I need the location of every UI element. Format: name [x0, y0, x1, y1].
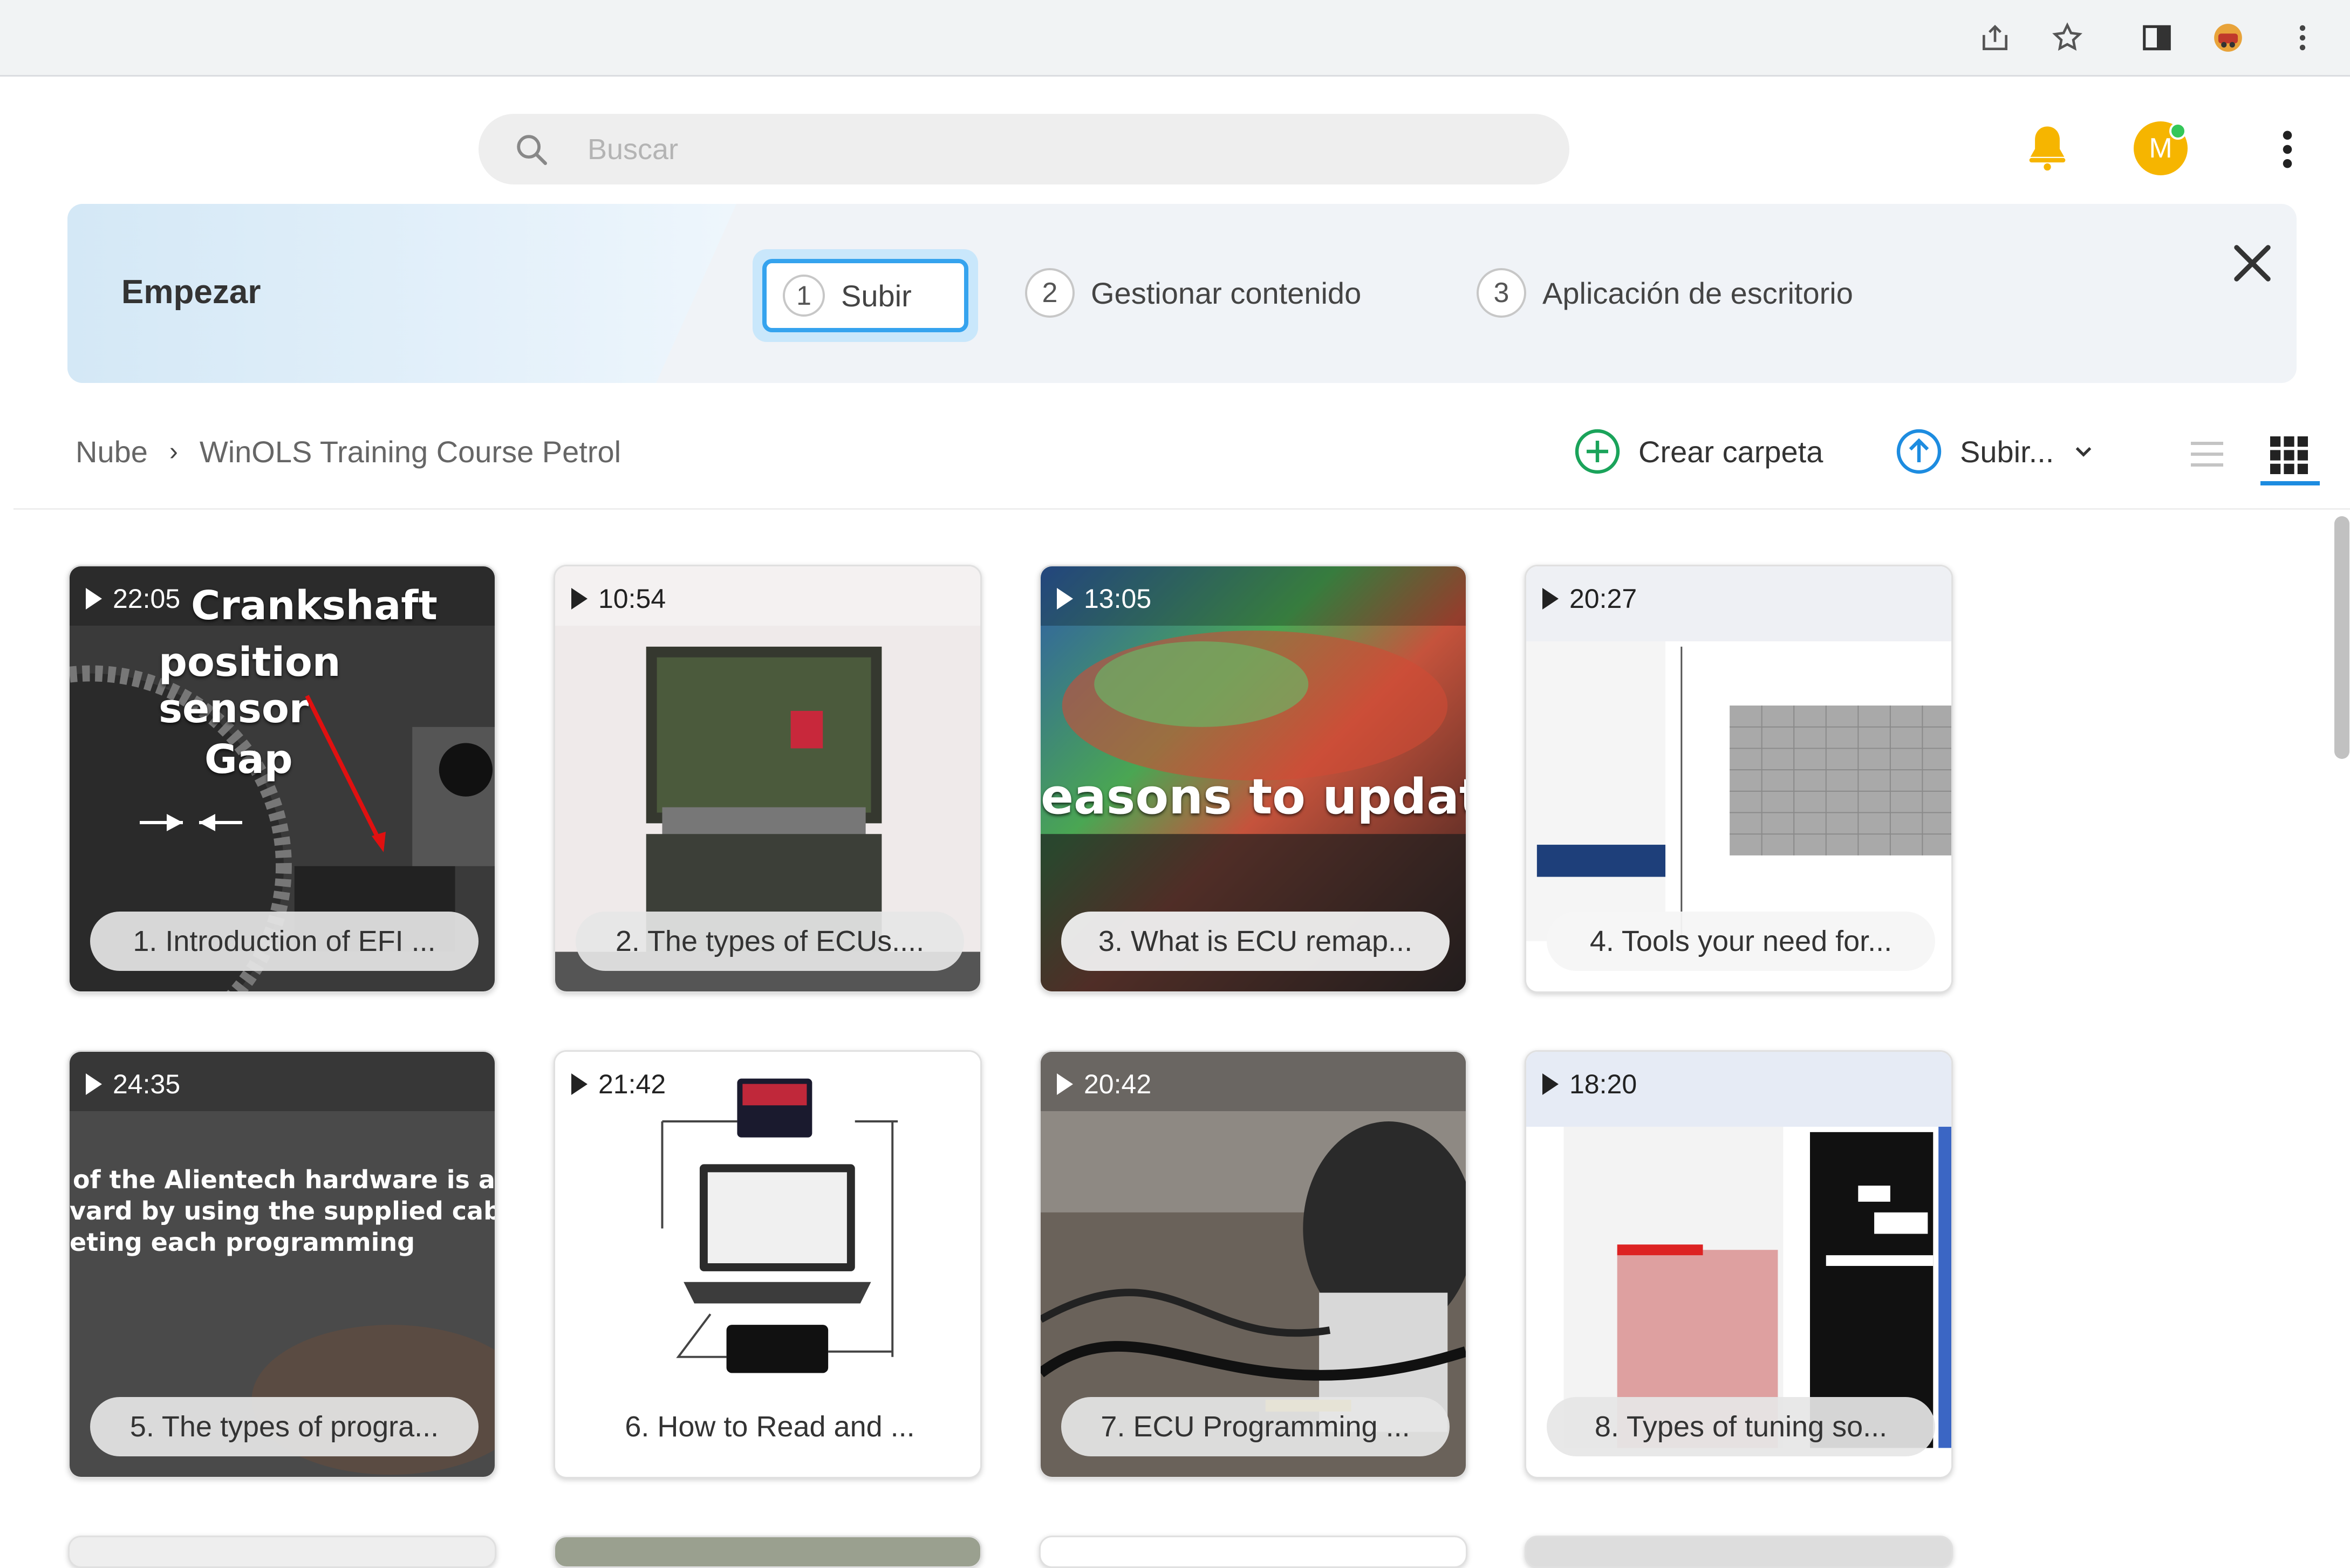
video-duration: 24:35 — [86, 1063, 180, 1106]
video-card[interactable] — [1039, 1536, 1467, 1568]
online-status-dot — [2169, 122, 2187, 140]
grid-view-icon[interactable] — [2266, 433, 2312, 478]
video-card[interactable]: 21:42 6. How to Read and ... — [554, 1050, 982, 1478]
scrollbar-thumb[interactable] — [2334, 516, 2349, 759]
close-banner-icon[interactable] — [2225, 236, 2279, 290]
step-number: 2 — [1025, 268, 1075, 318]
step-manage-content[interactable]: 2 Gestionar contenido — [1025, 258, 1361, 328]
avatar-initial: M — [2149, 133, 2173, 164]
video-card[interactable] — [1525, 1536, 1953, 1568]
video-title: 4. Tools your need for... — [1547, 912, 1935, 971]
breadcrumb: Nube › WinOLS Training Course Petrol — [76, 424, 621, 478]
step-label: Aplicación de escritorio — [1542, 276, 1853, 310]
user-avatar[interactable]: M — [2134, 121, 2188, 175]
more-options-icon[interactable] — [2263, 122, 2312, 176]
banner-title: Empezar — [121, 273, 261, 311]
video-duration: 22:05 — [86, 577, 180, 620]
step-number: 3 — [1477, 268, 1526, 318]
video-duration: 18:20 — [1542, 1063, 1637, 1106]
play-icon — [571, 1073, 588, 1095]
browser-menu-icon[interactable] — [2281, 16, 2324, 59]
extension-avatar-icon[interactable] — [2206, 16, 2250, 59]
video-title: 2. The types of ECUs.... — [576, 912, 964, 971]
step-number: 1 — [783, 275, 825, 317]
upload-label: Subir... — [1960, 434, 2054, 469]
video-card[interactable] — [68, 1536, 496, 1568]
search-input[interactable] — [586, 126, 1538, 173]
video-card[interactable]: 20:27 4. Tools your need for... — [1525, 565, 1953, 993]
video-title: 7. ECU Programming ... — [1061, 1397, 1450, 1456]
video-card[interactable]: 24:35 of the Alientech hardware is a var… — [68, 1050, 496, 1478]
play-icon — [571, 588, 588, 610]
chevron-down-icon[interactable] — [2070, 438, 2097, 465]
play-icon — [1542, 588, 1559, 610]
video-title: 3. What is ECU remap... — [1061, 912, 1450, 971]
play-icon — [1057, 1073, 1073, 1095]
browser-toolbar — [0, 0, 2350, 77]
breadcrumb-current: WinOLS Training Course Petrol — [199, 434, 621, 469]
video-title: 6. How to Read and ... — [576, 1397, 964, 1456]
step-upload[interactable]: 1 Subir — [753, 249, 978, 342]
thumbnail-text: of the Alientech hardware is a — [73, 1165, 495, 1194]
breadcrumb-root[interactable]: Nube — [76, 434, 148, 469]
video-title: 1. Introduction of EFI ... — [90, 912, 479, 971]
share-icon[interactable] — [1973, 16, 2017, 59]
star-icon[interactable] — [2046, 16, 2089, 59]
play-icon — [86, 1073, 102, 1095]
step-desktop-app[interactable]: 3 Aplicación de escritorio — [1477, 258, 1853, 328]
list-view-icon[interactable] — [2185, 433, 2229, 476]
video-card[interactable]: 18:20 8. Types of tuning so... — [1525, 1050, 1953, 1478]
play-icon — [1542, 1073, 1559, 1095]
video-duration: 13:05 — [1057, 577, 1151, 620]
create-folder-button[interactable]: Crear carpeta — [1572, 424, 1823, 478]
video-card[interactable]: 10:54 2. The types of ECUs.... — [554, 565, 982, 993]
step-label: Gestionar contenido — [1091, 276, 1362, 310]
upload-button[interactable]: Subir... — [1893, 424, 2097, 478]
video-duration: 20:27 — [1542, 577, 1637, 620]
search-icon — [517, 135, 547, 165]
thumbnail-text: easons to update — [1041, 769, 1466, 825]
video-card[interactable]: 20:42 7. ECU Programming ... — [1039, 1050, 1467, 1478]
video-card[interactable]: 22:05 Crankshaft position sensor Gap 1. … — [68, 565, 496, 993]
video-title: 8. Types of tuning so... — [1547, 1397, 1935, 1456]
add-circle-icon — [1575, 429, 1620, 474]
chevron-right-icon: › — [169, 437, 178, 466]
play-icon — [86, 588, 102, 610]
upload-circle-icon — [1896, 429, 1942, 474]
video-card[interactable] — [554, 1536, 982, 1568]
notifications-bell-icon[interactable] — [2020, 120, 2074, 174]
thumbnail-text: eting each programming — [70, 1228, 415, 1257]
video-duration: 20:42 — [1057, 1063, 1151, 1106]
active-view-indicator — [2260, 481, 2320, 485]
video-card[interactable]: 13:05 easons to update 3. What is ECU re… — [1039, 565, 1467, 993]
video-duration: 10:54 — [571, 577, 666, 620]
app-content: M Empezar 1 Subir 2 Gestionar contenido … — [13, 77, 2350, 1568]
thumbnail-text: vard by using the supplied cable — [70, 1196, 496, 1225]
create-folder-label: Crear carpeta — [1638, 434, 1823, 469]
video-title: 5. The types of progra... — [90, 1397, 479, 1456]
sidebar-icon[interactable] — [2135, 16, 2178, 59]
play-icon — [1057, 588, 1073, 610]
step-label: Subir — [841, 278, 912, 313]
divider — [13, 508, 2350, 510]
search-bar[interactable] — [479, 114, 1569, 184]
getting-started-banner: Empezar 1 Subir 2 Gestionar contenido 3 … — [67, 204, 2297, 383]
video-duration: 21:42 — [571, 1063, 666, 1106]
